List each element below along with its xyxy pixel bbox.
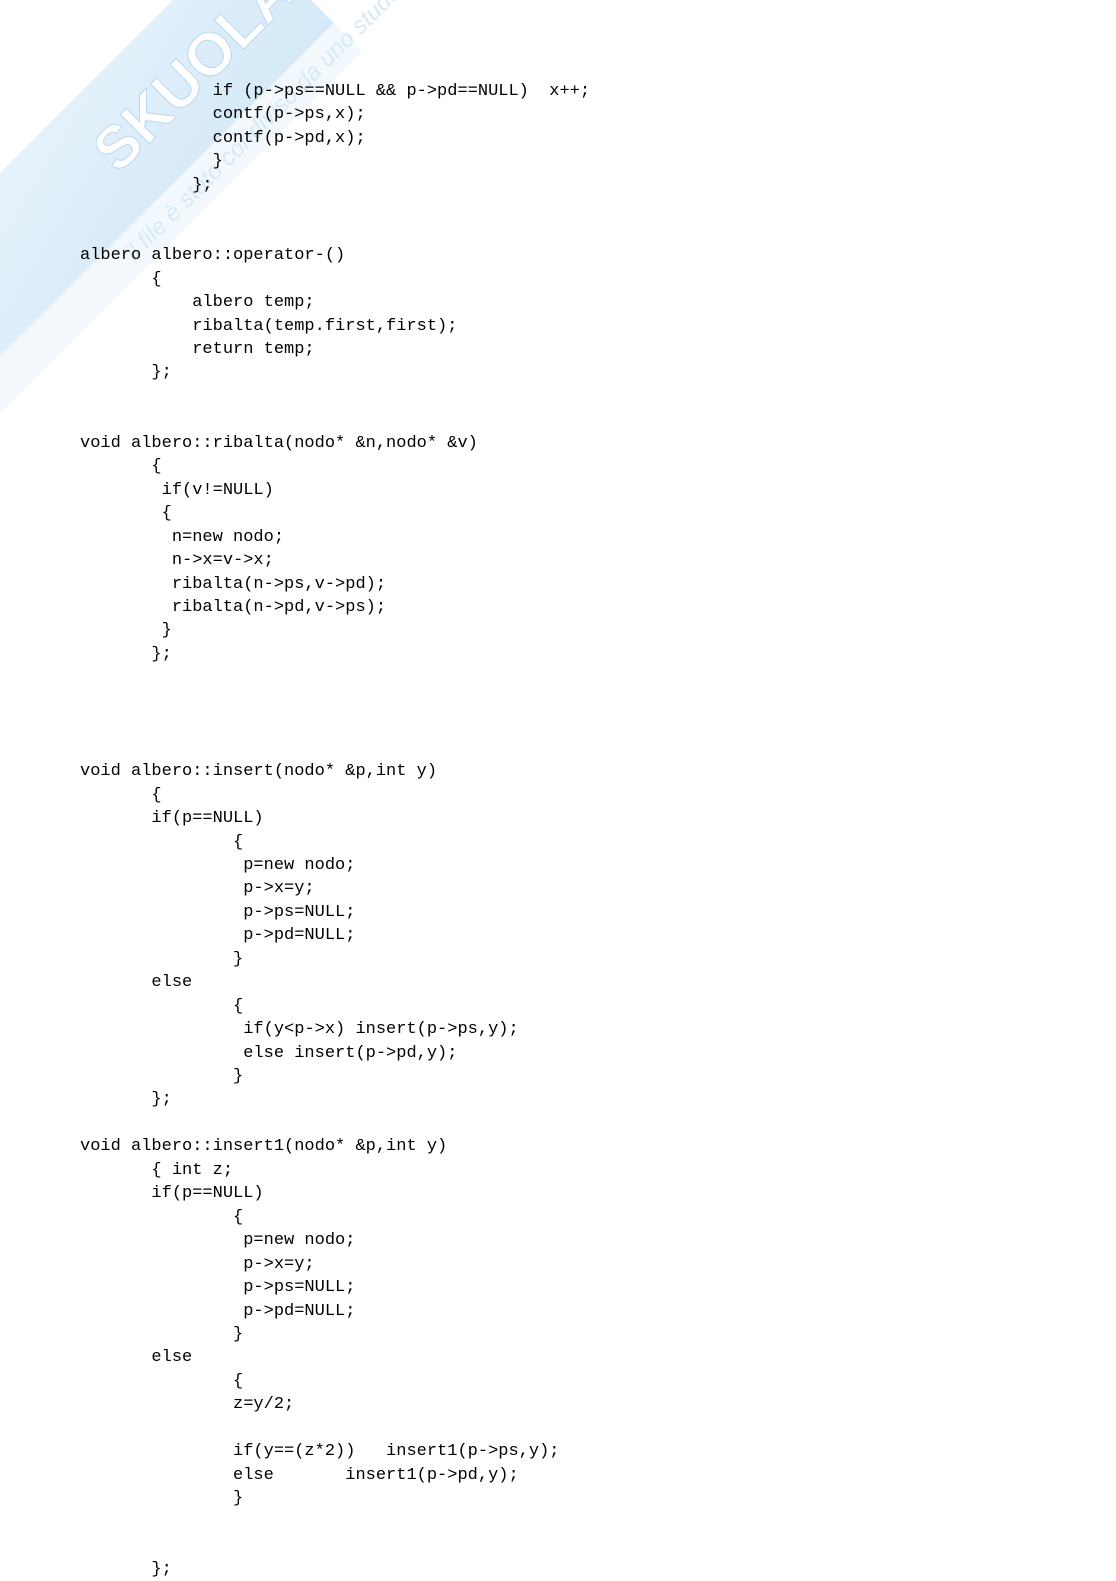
code-line: return temp; bbox=[80, 340, 315, 359]
code-line: else bbox=[80, 973, 192, 992]
code-line: } bbox=[80, 1489, 243, 1508]
code-line: p->ps=NULL; bbox=[80, 903, 355, 922]
code-line: ribalta(temp.first,first); bbox=[80, 317, 457, 336]
code-line: n=new nodo; bbox=[80, 528, 284, 547]
code-line: p->ps=NULL; bbox=[80, 1278, 355, 1297]
code-line: { bbox=[80, 1372, 243, 1391]
code-line: { int z; bbox=[80, 1161, 233, 1180]
code-line: if(v!=NULL) bbox=[80, 481, 274, 500]
code-line: }; bbox=[80, 1560, 172, 1579]
code-line: } bbox=[80, 1067, 243, 1086]
code-line: { bbox=[80, 833, 243, 852]
code-line: n->x=v->x; bbox=[80, 551, 274, 570]
code-line: }; bbox=[80, 363, 172, 382]
code-line: contf(p->pd,x); bbox=[80, 129, 366, 148]
code-line: p->pd=NULL; bbox=[80, 1302, 355, 1321]
code-line: albero temp; bbox=[80, 293, 315, 312]
code-line: void albero::ribalta(nodo* &n,nodo* &v) bbox=[80, 434, 478, 453]
code-line: if (p->ps==NULL && p->pd==NULL) x++; bbox=[80, 82, 590, 101]
code-line: else insert1(p->pd,y); bbox=[80, 1466, 519, 1485]
code-line: } bbox=[80, 1325, 243, 1344]
code-line: albero albero::operator-() bbox=[80, 246, 345, 265]
code-line: p=new nodo; bbox=[80, 1231, 355, 1250]
code-line: { bbox=[80, 997, 243, 1016]
code-line: { bbox=[80, 1208, 243, 1227]
code-line: else bbox=[80, 1348, 192, 1367]
code-line: void albero::insert(nodo* &p,int y) bbox=[80, 762, 437, 781]
code-line: if(y<p->x) insert(p->ps,y); bbox=[80, 1020, 519, 1039]
code-line: else insert(p->pd,y); bbox=[80, 1044, 457, 1063]
code-line: if(y==(z*2)) insert1(p->ps,y); bbox=[80, 1442, 559, 1461]
code-line: { bbox=[80, 270, 162, 289]
code-line: ribalta(n->pd,v->ps); bbox=[80, 598, 386, 617]
code-line: p->x=y; bbox=[80, 879, 315, 898]
code-line: }; bbox=[80, 176, 213, 195]
code-line: if(p==NULL) bbox=[80, 809, 264, 828]
code-line: }; bbox=[80, 1090, 172, 1109]
code-block: if (p->ps==NULL && p->pd==NULL) x++; con… bbox=[0, 0, 1116, 1581]
code-line: { bbox=[80, 504, 172, 523]
code-line: contf(p->ps,x); bbox=[80, 105, 366, 124]
code-line: p->pd=NULL; bbox=[80, 926, 355, 945]
code-line: p=new nodo; bbox=[80, 856, 355, 875]
code-line: p->x=y; bbox=[80, 1255, 315, 1274]
code-line: { bbox=[80, 457, 162, 476]
code-line: } bbox=[80, 621, 172, 640]
code-line: z=y/2; bbox=[80, 1395, 294, 1414]
code-line: } bbox=[80, 152, 223, 171]
code-line: { bbox=[80, 786, 162, 805]
code-line: ribalta(n->ps,v->pd); bbox=[80, 575, 386, 594]
code-line: }; bbox=[80, 645, 172, 664]
code-line: void albero::insert1(nodo* &p,int y) bbox=[80, 1137, 447, 1156]
code-line: if(p==NULL) bbox=[80, 1184, 264, 1203]
code-line: } bbox=[80, 950, 243, 969]
